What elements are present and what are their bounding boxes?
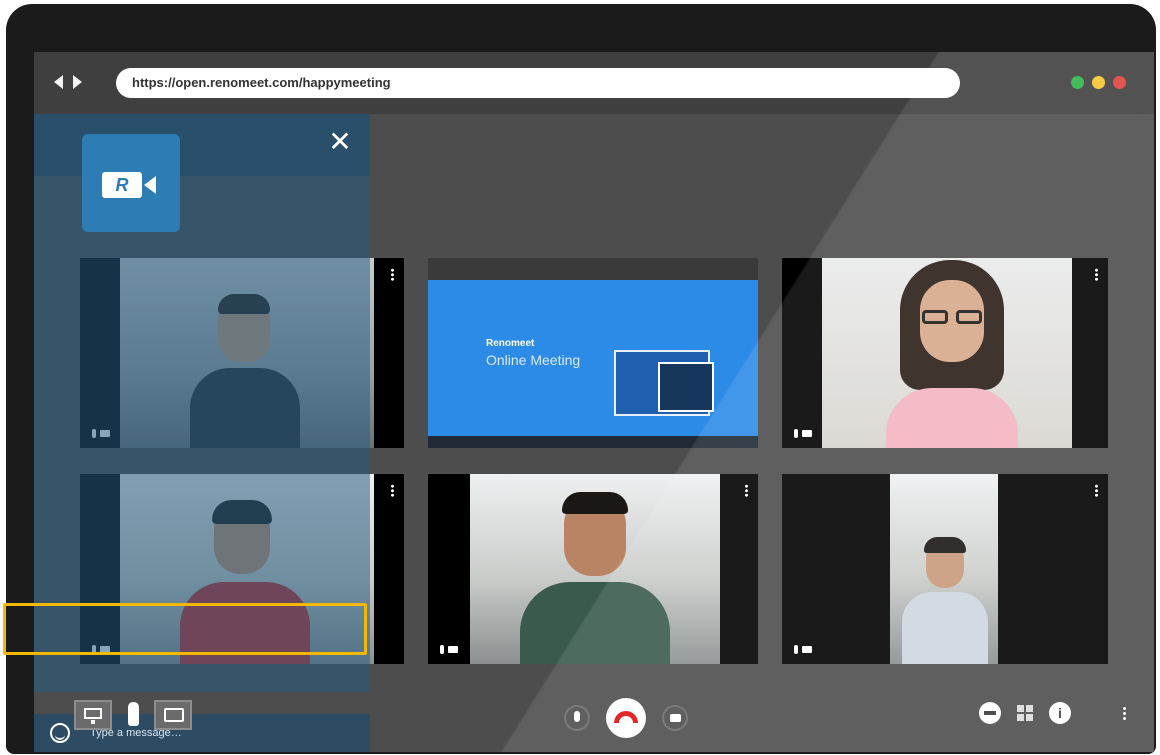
mute-mic-button[interactable] <box>564 705 590 731</box>
window-controls <box>1071 76 1126 89</box>
microphone-icon <box>574 711 580 722</box>
camera-icon <box>670 714 681 722</box>
mic-status-icon <box>794 645 798 654</box>
app-logo: R <box>82 134 180 232</box>
tile-menu-icon[interactable] <box>1095 484 1098 497</box>
participant-tile-3[interactable] <box>782 258 1108 448</box>
tile-menu-icon[interactable] <box>391 484 394 497</box>
camera-status-icon <box>448 646 458 653</box>
participant-video <box>890 474 998 664</box>
tile-menu-icon[interactable] <box>1095 268 1098 281</box>
tile-status-icons <box>440 645 458 654</box>
participant-figure <box>902 537 988 664</box>
more-options-icon[interactable] <box>1123 706 1126 720</box>
toolbar-call-controls <box>564 698 688 738</box>
toggle-camera-button[interactable] <box>662 705 688 731</box>
info-icon[interactable]: i <box>1049 702 1071 724</box>
camera-status-icon <box>802 430 812 437</box>
url-bar[interactable]: https://open.renomeet.com/happymeeting <box>116 68 960 98</box>
participant-tile-6[interactable] <box>782 474 1108 664</box>
tile-view-icon[interactable] <box>1017 705 1033 721</box>
tile-menu-icon[interactable] <box>391 268 394 281</box>
minimize-dot-icon[interactable] <box>1092 76 1105 89</box>
shared-tablet-illustration <box>658 362 714 412</box>
back-arrow-icon[interactable] <box>54 75 63 89</box>
tile-status-icons <box>794 645 812 654</box>
raise-hand-button[interactable] <box>126 700 140 730</box>
shared-subheadline: Online Meeting <box>486 352 581 368</box>
participant-figure <box>520 492 670 664</box>
browser-bar: https://open.renomeet.com/happymeeting <box>34 52 1154 114</box>
nav-arrows <box>54 75 82 89</box>
participant-figure <box>882 260 1022 448</box>
forward-arrow-icon[interactable] <box>73 75 82 89</box>
close-dot-icon[interactable] <box>1113 76 1126 89</box>
shared-headline: Renomeet <box>486 338 535 349</box>
monitor-stand-icon <box>91 720 95 724</box>
logo-letter: R <box>102 172 142 198</box>
close-chat-button[interactable]: ✕ <box>326 128 354 156</box>
tile-status-icons <box>794 429 812 438</box>
participant-tile-5[interactable] <box>428 474 758 664</box>
chat-bubble-icon <box>164 708 184 722</box>
bottom-toolbar: i <box>34 692 1154 752</box>
toggle-chat-button[interactable] <box>154 700 192 730</box>
mic-status-icon <box>440 645 444 654</box>
tile-menu-icon[interactable] <box>745 484 748 497</box>
share-screen-button[interactable] <box>74 700 112 730</box>
monitor-icon <box>84 708 102 719</box>
phone-hangup-icon <box>614 711 638 723</box>
participant-video <box>822 258 1072 448</box>
camera-status-icon <box>802 646 812 653</box>
shared-taskbar <box>428 436 758 448</box>
shared-browser-toolbar <box>428 258 758 280</box>
screen-share-tile[interactable]: Renomeet Online Meeting <box>428 258 758 448</box>
logo-camera-icon <box>144 176 156 194</box>
mic-status-icon <box>794 429 798 438</box>
hang-up-button[interactable] <box>606 698 646 738</box>
video-quality-icon[interactable] <box>979 702 1001 724</box>
hand-icon <box>128 702 139 726</box>
participant-video <box>470 474 720 664</box>
toolbar-right-group: i <box>979 702 1126 724</box>
chat-input-highlight <box>3 603 367 655</box>
maximize-dot-icon[interactable] <box>1071 76 1084 89</box>
toolbar-left-group <box>74 700 192 730</box>
